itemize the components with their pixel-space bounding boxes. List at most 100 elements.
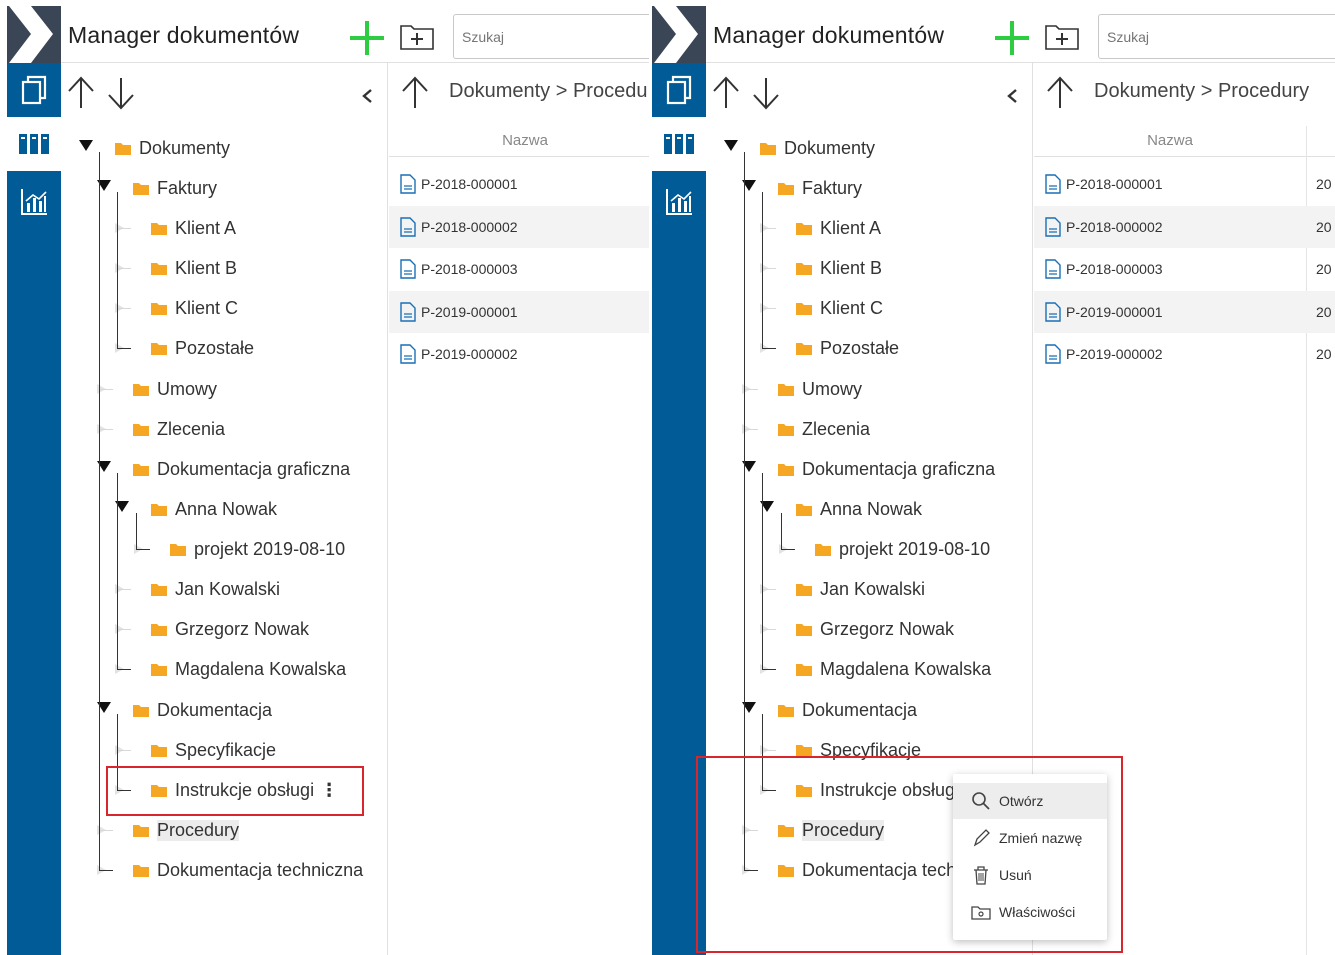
folder-icon <box>151 623 167 636</box>
tree-node[interactable]: Umowy <box>133 375 217 403</box>
tree-node[interactable]: Pozostałe <box>796 334 899 362</box>
tree-node[interactable]: Klient C <box>151 294 238 322</box>
binders-icon <box>19 134 49 154</box>
tree-node[interactable]: projekt 2019-08-10 <box>815 535 990 563</box>
file-row[interactable]: P-2019-000002 <box>389 333 649 375</box>
file-row[interactable]: P-2018-000001 20 <box>1034 163 1335 205</box>
tree-node[interactable]: Dokumentacja <box>133 696 272 724</box>
new-folder-icon[interactable] <box>1044 21 1080 51</box>
move-up-icon[interactable] <box>65 76 97 110</box>
file-date: 20 <box>1316 346 1332 362</box>
app-logo[interactable] <box>7 6 61 63</box>
tree-node[interactable]: Pozostałe <box>151 334 254 362</box>
tree-node[interactable]: Zlecenia <box>133 415 225 443</box>
tree-node-label: Dokumentacja graficzna <box>802 458 996 479</box>
tree-node[interactable]: Dokumenty <box>760 134 875 162</box>
tree-node[interactable]: Magdalena Kowalska <box>151 655 346 683</box>
tree-node[interactable]: Dokumentacja graficzna <box>133 455 350 483</box>
tree-node[interactable]: Anna Nowak <box>151 495 277 523</box>
top-bar: Manager dokumentów <box>61 6 649 63</box>
collapse-pane-icon[interactable] <box>361 88 375 104</box>
tree-node[interactable]: Dokumentacja <box>778 696 917 724</box>
tree-node-label: Klient C <box>175 297 239 318</box>
folder-icon <box>778 704 794 717</box>
search-input[interactable] <box>1098 14 1335 59</box>
tree-node[interactable]: Dokumentacja techniczna <box>133 856 363 884</box>
file-row[interactable]: P-2018-000002 20 <box>1034 205 1335 248</box>
tree-node[interactable]: Klient B <box>796 254 882 282</box>
add-icon[interactable] <box>994 20 1030 56</box>
folder-icon <box>151 222 167 235</box>
move-down-icon[interactable] <box>750 76 782 110</box>
sidebar-binders-button[interactable] <box>7 117 61 171</box>
folder-icon <box>796 663 812 676</box>
tree-node[interactable]: Zlecenia <box>778 415 870 443</box>
file-name: P-2019-000002 <box>1066 346 1163 362</box>
tree-node[interactable]: Dokumentacja graficzna <box>778 455 995 483</box>
file-name: P-2019-000001 <box>1066 303 1163 320</box>
file-date: 20 <box>1316 303 1332 320</box>
tree-node[interactable]: Dokumenty <box>115 134 230 162</box>
tree-node[interactable]: Anna Nowak <box>796 495 922 523</box>
tree-node[interactable]: Klient A <box>796 214 881 242</box>
collapse-pane-icon[interactable] <box>1006 88 1020 104</box>
file-row[interactable]: P-2018-000002 <box>389 205 649 248</box>
add-icon[interactable] <box>349 20 385 56</box>
sidebar-documents-button[interactable] <box>7 63 61 117</box>
tree-node[interactable]: Faktury <box>133 174 217 202</box>
go-up-icon[interactable] <box>1044 76 1076 110</box>
move-up-icon[interactable] <box>710 76 742 110</box>
expanded-toggle-icon[interactable] <box>724 140 738 151</box>
sidebar-reports-button[interactable] <box>7 175 61 229</box>
folder-icon <box>778 463 794 476</box>
tree-node[interactable]: Procedury <box>133 816 240 844</box>
search-input[interactable] <box>453 14 649 59</box>
tree-node[interactable]: projekt 2019-08-10 <box>170 535 345 563</box>
tree-connector <box>762 308 776 309</box>
tree-node[interactable]: Klient B <box>151 254 237 282</box>
move-down-icon[interactable] <box>105 76 137 110</box>
column-name-header[interactable]: Nazwa <box>389 132 649 149</box>
chevron-logo-icon <box>9 6 53 63</box>
expanded-toggle-icon[interactable] <box>79 140 93 151</box>
folder-icon <box>133 463 149 476</box>
file-name: P-2019-000001 <box>421 303 518 320</box>
tree-node[interactable]: Jan Kowalski <box>796 575 925 603</box>
sidebar-binders-button[interactable] <box>652 117 706 171</box>
tree-node[interactable]: Klient A <box>151 214 236 242</box>
file-row[interactable]: P-2018-000003 <box>389 248 649 290</box>
tree-node[interactable]: Jan Kowalski <box>151 575 280 603</box>
tree-node[interactable]: Specyfikacje <box>151 736 276 764</box>
documents-icon <box>666 75 692 105</box>
tree-node-label: Dokumenty <box>139 137 231 158</box>
app-logo[interactable] <box>652 6 706 63</box>
tree-node[interactable]: Klient C <box>796 294 883 322</box>
tree-connector <box>136 549 150 550</box>
tree-connector <box>136 513 137 549</box>
folder-icon <box>796 623 812 636</box>
new-folder-icon[interactable] <box>399 21 435 51</box>
file-name: P-2018-000002 <box>421 218 518 235</box>
column-name-header[interactable]: Nazwa <box>1034 132 1306 149</box>
sidebar-reports-button[interactable] <box>652 175 706 229</box>
tree-node[interactable]: Grzegorz Nowak <box>151 615 309 643</box>
tree-connector <box>781 513 782 549</box>
tree-connector <box>117 192 118 348</box>
file-row[interactable]: P-2019-000001 20 <box>1034 290 1335 333</box>
file-row[interactable]: P-2019-000002 20 <box>1034 333 1335 375</box>
sidebar-documents-button[interactable] <box>652 63 706 117</box>
tree-node[interactable]: Umowy <box>778 375 862 403</box>
file-row[interactable]: P-2018-000001 <box>389 163 649 205</box>
tree-node[interactable]: Faktury <box>778 174 862 202</box>
file-row[interactable]: P-2019-000001 <box>389 290 649 333</box>
document-icon <box>400 344 416 364</box>
document-icon <box>1045 301 1061 322</box>
tree-node[interactable]: Grzegorz Nowak <box>796 615 954 643</box>
file-date: 20 <box>1316 176 1332 192</box>
app-window-left: Manager dokumentów Dokumenty Faktury Klien… <box>7 6 649 955</box>
file-row[interactable]: P-2018-000003 20 <box>1034 248 1335 290</box>
folder-icon <box>151 663 167 676</box>
go-up-icon[interactable] <box>399 76 431 110</box>
folder-icon <box>815 543 831 556</box>
tree-node[interactable]: Magdalena Kowalska <box>796 655 991 683</box>
